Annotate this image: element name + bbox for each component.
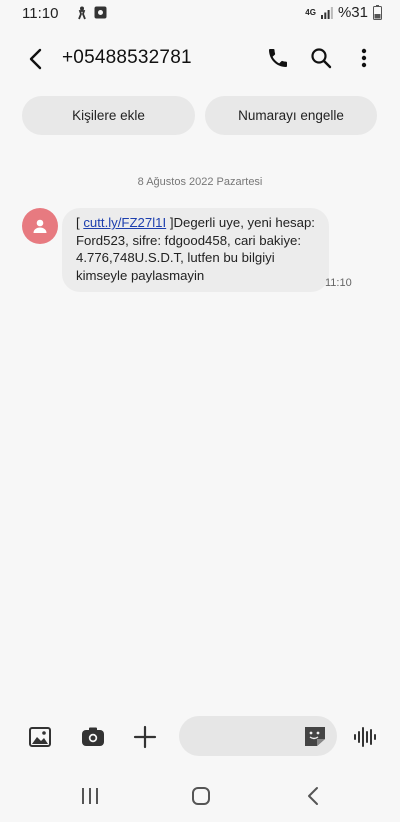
message-bubble[interactable]: [ cutt.ly/FZ27l1I ]Degerli uye, yeni hes… <box>62 208 329 292</box>
message-time: 11:10 <box>325 277 352 289</box>
status-right: 4G %31 <box>305 4 382 21</box>
search-icon <box>311 48 332 69</box>
sticker-icon <box>305 727 325 746</box>
date-separator: 8 Ağustos 2022 Pazartesi <box>137 176 263 188</box>
recents-button[interactable] <box>80 787 100 805</box>
camera-button[interactable] <box>80 724 106 750</box>
photo-notification-icon <box>94 6 107 19</box>
message-link[interactable]: cutt.ly/FZ27l1I <box>83 215 166 230</box>
conversation-header: +05488532781 <box>0 36 400 82</box>
status-notification-icons <box>76 6 107 20</box>
recents-icon <box>82 788 98 804</box>
status-bar: 11:10 4G %31 <box>0 0 400 28</box>
gallery-button[interactable] <box>27 724 53 750</box>
back-arrow-icon <box>29 48 42 70</box>
person-walk-icon <box>78 6 86 20</box>
sender-avatar[interactable] <box>22 208 58 244</box>
back-button[interactable] <box>22 46 48 72</box>
plus-icon <box>133 725 157 749</box>
gallery-icon <box>29 727 51 747</box>
contact-number: +05488532781 <box>62 47 192 68</box>
system-nav-bar <box>0 770 400 822</box>
battery-icon <box>373 5 382 20</box>
person-icon <box>33 219 47 233</box>
search-button[interactable] <box>309 46 335 72</box>
more-vertical-icon <box>361 48 367 68</box>
signal-icon <box>320 6 333 19</box>
camera-icon <box>82 727 104 746</box>
back-icon <box>308 787 318 805</box>
message-composer <box>0 712 400 762</box>
sticker-button[interactable] <box>303 725 327 747</box>
voice-record-button[interactable] <box>352 724 378 750</box>
block-number-button[interactable]: Numarayı engelle <box>205 96 377 135</box>
call-button[interactable] <box>266 46 292 72</box>
attach-button[interactable] <box>132 724 158 750</box>
home-icon <box>192 787 210 805</box>
battery-percent: %31 <box>337 4 368 21</box>
phone-icon <box>269 49 287 67</box>
more-options-button[interactable] <box>354 46 374 72</box>
add-to-contacts-button[interactable]: Kişilere ekle <box>22 96 195 135</box>
nav-back-button[interactable] <box>306 786 320 806</box>
voice-icon <box>354 727 376 747</box>
home-button[interactable] <box>191 786 211 806</box>
status-time: 11:10 <box>22 5 59 22</box>
network-type: 4G <box>305 7 316 17</box>
